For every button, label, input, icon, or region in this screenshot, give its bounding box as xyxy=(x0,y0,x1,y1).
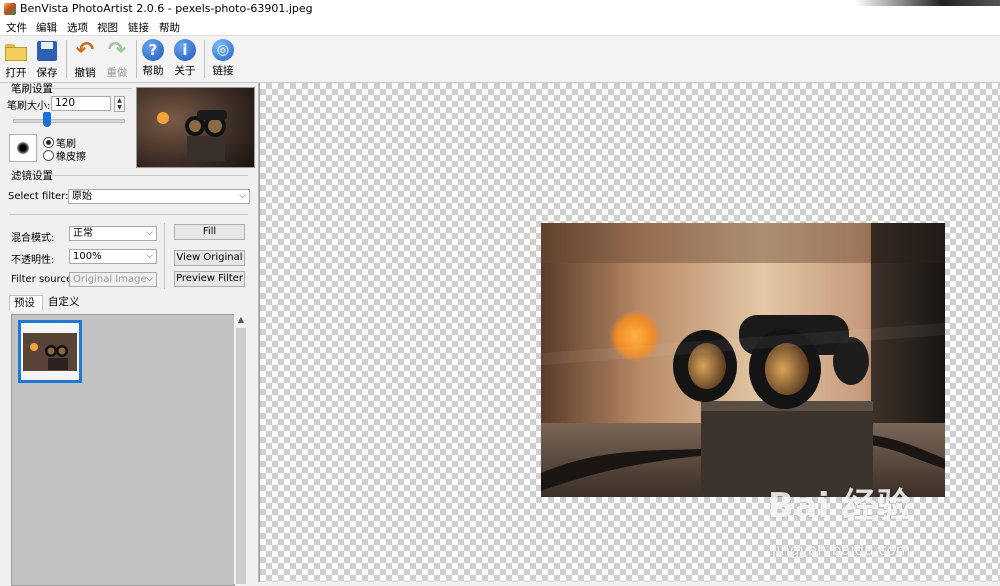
save-button[interactable]: 保存 xyxy=(32,38,62,80)
menu-options[interactable]: 选项 xyxy=(67,20,88,35)
filter-select-value: 原始 xyxy=(72,191,92,202)
divider xyxy=(52,88,132,89)
toolbar-separator xyxy=(66,40,67,78)
chevron-down-icon: ⌵ xyxy=(239,191,246,201)
preset-item[interactable] xyxy=(18,320,82,383)
filter-source-select[interactable]: Original Image ⌵ xyxy=(69,272,157,287)
redo-icon: ↷ xyxy=(107,38,127,63)
info-icon: i xyxy=(174,39,196,61)
opacity-label: 不透明性: xyxy=(11,255,55,266)
navigator-photo xyxy=(137,88,254,167)
binoculars-photo xyxy=(541,223,945,497)
save-label: 保存 xyxy=(36,67,58,79)
globe-icon: ◎ xyxy=(212,39,234,61)
about-button[interactable]: i 关于 xyxy=(170,38,200,80)
undo-label: 撤销 xyxy=(74,67,96,79)
open-button[interactable]: 打开 xyxy=(1,38,31,80)
divider xyxy=(164,223,165,289)
redo-label: 重做 xyxy=(106,67,128,79)
redo-button[interactable]: ↷ 重做 xyxy=(102,38,132,80)
link-label: 链接 xyxy=(212,65,234,77)
title-decoration xyxy=(855,0,1000,6)
divider xyxy=(9,214,248,215)
title-bar: BenVista PhotoArtist 2.0.6 - pexels-phot… xyxy=(0,0,1000,18)
opacity-select[interactable]: 100% ⌵ xyxy=(69,249,157,264)
blend-mode-label: 混合模式: xyxy=(11,233,55,244)
tab-presets[interactable]: 预设 xyxy=(9,295,43,311)
tab-custom[interactable]: 自定义 xyxy=(44,295,84,311)
filter-source-label: Filter source: xyxy=(11,274,76,285)
spin-up-icon[interactable]: ▲ xyxy=(115,97,124,104)
baidu-watermark-url: jingyan.baidu.com xyxy=(772,541,911,559)
navigator-thumbnail[interactable] xyxy=(136,87,255,168)
link-button[interactable]: ◎ 链接 xyxy=(208,38,238,80)
filter-settings-title: 滤镜设置 xyxy=(11,170,53,182)
open-label: 打开 xyxy=(5,67,27,79)
chevron-down-icon: ⌵ xyxy=(146,274,153,284)
preset-list xyxy=(11,314,235,586)
baidu-watermark-logo: Bai 经验 xyxy=(768,486,912,526)
undo-icon: ↶ xyxy=(75,38,95,63)
app-icon xyxy=(4,3,16,15)
window-title: BenVista PhotoArtist 2.0.6 - pexels-phot… xyxy=(20,2,313,15)
preset-tabs: 预设 自定义 xyxy=(9,295,251,311)
brush-size-label: 笔刷大小: xyxy=(7,101,51,112)
eraser-mode-label: 橡皮擦 xyxy=(56,152,86,163)
save-icon xyxy=(34,39,60,63)
preset-photo xyxy=(21,323,79,380)
about-label: 关于 xyxy=(174,65,196,77)
menu-help[interactable]: 帮助 xyxy=(159,20,180,35)
menu-bar: 文件 编辑 选项 视图 链接 帮助 xyxy=(0,18,1000,36)
divider xyxy=(52,175,248,176)
scroll-thumb[interactable] xyxy=(236,328,246,584)
eraser-mode-radio[interactable] xyxy=(43,150,54,161)
view-original-button[interactable]: View Original xyxy=(174,250,245,266)
brush-size-slider-thumb[interactable] xyxy=(43,112,51,127)
spin-down-icon[interactable]: ▼ xyxy=(115,104,124,111)
filter-select[interactable]: 原始 ⌵ xyxy=(68,189,250,204)
toolbar-separator xyxy=(204,40,205,78)
brush-size-input[interactable]: 120 xyxy=(51,96,111,111)
menu-link[interactable]: 链接 xyxy=(128,20,149,35)
help-icon: ? xyxy=(142,39,164,61)
undo-button[interactable]: ↶ 撤销 xyxy=(70,38,100,80)
blend-mode-select[interactable]: 正常 ⌵ xyxy=(69,226,157,241)
chevron-down-icon: ⌵ xyxy=(146,228,153,238)
help-button[interactable]: ? 帮助 xyxy=(138,38,168,80)
brush-size-slider[interactable] xyxy=(13,119,125,123)
menu-edit[interactable]: 编辑 xyxy=(36,20,57,35)
help-label: 帮助 xyxy=(142,65,164,77)
preview-filter-button[interactable]: Preview Filter xyxy=(174,271,245,287)
fill-button[interactable]: Fill xyxy=(174,224,245,240)
brush-settings-title: 笔刷设置 xyxy=(11,83,53,95)
brush-size-spinner[interactable]: ▲ ▼ xyxy=(114,96,125,112)
menu-file[interactable]: 文件 xyxy=(6,20,27,35)
blend-mode-value: 正常 xyxy=(73,228,93,239)
folder-icon xyxy=(3,39,29,63)
brush-preview xyxy=(9,134,37,162)
canvas-photo[interactable] xyxy=(541,223,945,497)
toolbar-separator xyxy=(136,40,137,78)
brush-mode-radio[interactable] xyxy=(43,137,54,148)
opacity-value: 100% xyxy=(73,251,102,262)
preset-scrollbar[interactable]: ▲ xyxy=(234,314,248,584)
menu-view[interactable]: 视图 xyxy=(97,20,118,35)
scroll-up-icon[interactable]: ▲ xyxy=(234,314,248,326)
left-panel: 笔刷设置 笔刷大小: 120 ▲ ▼ 笔刷 橡皮擦 滤镜设置 Select fi… xyxy=(0,83,259,586)
toolbar: 打开 保存 ↶ 撤销 ↷ 重做 ? 帮助 i 关于 ◎ 链接 xyxy=(0,36,1000,83)
chevron-down-icon: ⌵ xyxy=(146,251,153,261)
filter-source-value: Original Image xyxy=(73,274,147,285)
select-filter-label: Select filter: xyxy=(8,191,69,202)
